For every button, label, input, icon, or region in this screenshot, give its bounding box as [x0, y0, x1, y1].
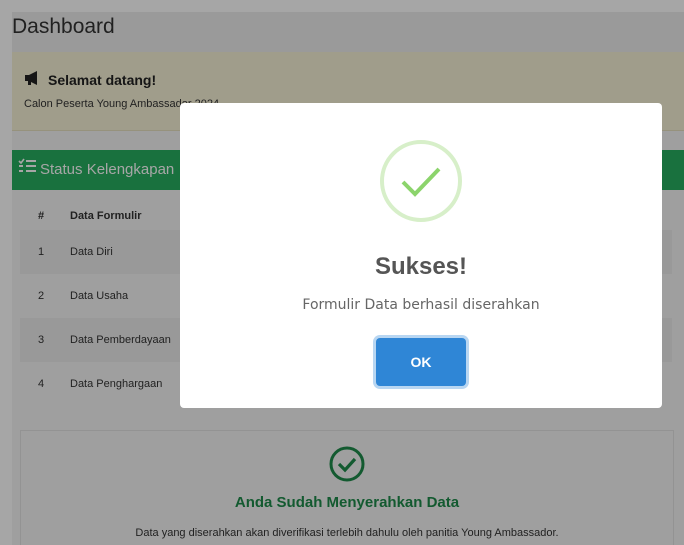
ok-button[interactable]: OK — [376, 338, 466, 386]
success-dialog: Sukses! Formulir Data berhasil diserahka… — [180, 103, 662, 408]
dialog-message: Formulir Data berhasil diserahkan — [302, 297, 540, 313]
success-check-icon — [379, 139, 463, 228]
dialog-title: Sukses! — [374, 253, 468, 280]
